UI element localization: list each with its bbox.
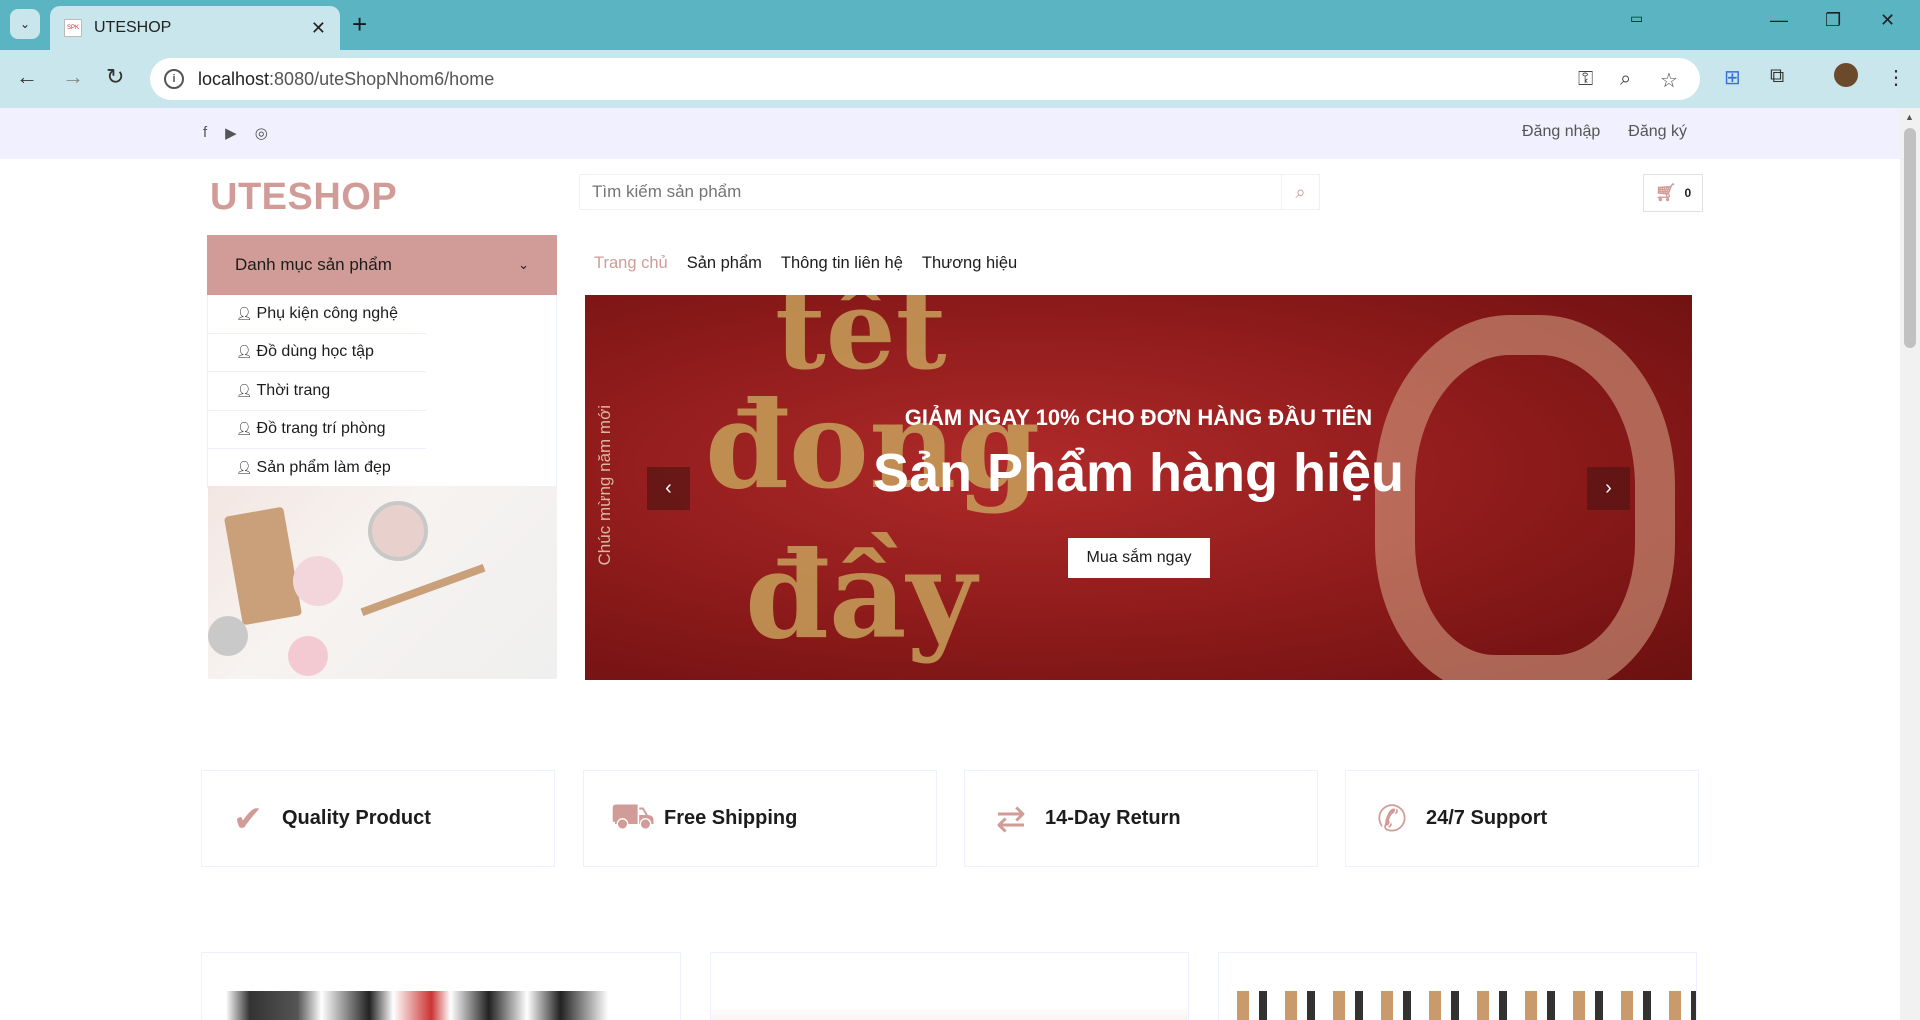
phone-icon: ✆	[1376, 797, 1408, 839]
close-tab-icon[interactable]: ✕	[311, 18, 326, 39]
chevron-down-icon: ⌄	[518, 257, 529, 272]
nav-products[interactable]: Sản phẩm	[687, 254, 762, 273]
main-nav: Trang chủ Sản phẩm Thông tin liên hệ Thư…	[594, 254, 1017, 273]
url-text: localhost:8080/uteShopNhom6/home	[198, 68, 495, 89]
feature-shipping: ⛟ Free Shipping	[583, 770, 937, 867]
feature-quality: ✔ Quality Product	[201, 770, 555, 867]
menu-icon[interactable]: ⋮	[1886, 65, 1906, 90]
profile-avatar[interactable]	[1834, 63, 1858, 87]
favicon-icon: SPK	[64, 19, 82, 37]
youtube-icon[interactable]: ▶	[225, 124, 237, 142]
new-tab-button[interactable]: +	[352, 10, 367, 38]
banner-subheading: GIẢM NGAY 10% CHO ĐƠN HÀNG ĐẦU TIÊN	[904, 405, 1373, 430]
reload-button[interactable]: ↻	[106, 64, 124, 90]
cast-icon[interactable]: ▭	[1630, 10, 1643, 27]
category-item[interactable]: 👤︎ Đồ trang trí phòng	[208, 411, 426, 449]
feature-return: ⇄ 14-Day Return	[964, 770, 1318, 867]
category-card-tech[interactable]	[201, 952, 681, 1020]
category-heading: Danh mục sản phẩm	[235, 255, 392, 274]
site-logo[interactable]: UTESHOP	[210, 176, 397, 219]
hero-carousel: tết đong đầy Chúc mừng năm mới GIẢM NGAY…	[585, 295, 1692, 680]
carousel-next-button[interactable]: ›	[1587, 467, 1630, 510]
scroll-up-icon[interactable]: ▲	[1905, 112, 1914, 122]
restore-button[interactable]: ❐	[1825, 10, 1841, 31]
address-bar[interactable]: i localhost:8080/uteShopNhom6/home ⚿ ⌕ ☆	[150, 58, 1700, 100]
top-bar: f ▶ ◎ Đăng nhập Đăng ký	[0, 108, 1900, 159]
user-icon: 👤︎	[236, 382, 253, 398]
chevron-left-icon: ‹	[665, 477, 672, 499]
browser-toolbar: ← → ↻ i localhost:8080/uteShopNhom6/home…	[0, 50, 1920, 108]
category-card-stationery[interactable]	[710, 952, 1189, 1020]
user-icon: 👤︎	[236, 459, 253, 475]
minimize-button[interactable]: —	[1770, 10, 1788, 31]
scrollbar-thumb[interactable]	[1904, 128, 1916, 348]
cart-button[interactable]: 🛒︎ 0	[1643, 174, 1703, 212]
category-list: 👤︎ Phụ kiện công nghệ 👤︎ Đồ dùng học tập 👤…	[207, 295, 557, 488]
site-info-icon[interactable]: i	[164, 69, 184, 89]
category-card-fashion[interactable]	[1218, 952, 1697, 1020]
chevron-right-icon: ›	[1605, 477, 1612, 499]
password-key-icon[interactable]: ⚿	[1578, 68, 1593, 91]
page-scrollbar[interactable]: ▲	[1900, 108, 1920, 1020]
user-icon: 👤︎	[236, 421, 253, 437]
truck-icon: ⛟	[610, 795, 656, 836]
exchange-icon: ⇄	[995, 797, 1027, 839]
category-item[interactable]: 👤︎ Thời trang	[208, 372, 426, 411]
cart-count: 0	[1684, 186, 1692, 200]
category-item[interactable]: 👤︎ Phụ kiện công nghệ	[208, 295, 426, 334]
nav-home[interactable]: Trang chủ	[594, 254, 668, 273]
search-bar: ⌕	[579, 174, 1320, 210]
nav-contact[interactable]: Thông tin liên hệ	[781, 254, 903, 273]
zoom-icon[interactable]: ⌕	[1620, 68, 1631, 91]
banner-deco-text: đầy	[745, 525, 977, 666]
fashion-image	[1219, 991, 1696, 1020]
forward-button[interactable]: →	[62, 64, 84, 90]
user-icon: 👤︎	[236, 305, 253, 321]
search-button[interactable]: ⌕	[1281, 175, 1319, 209]
cosmetics-image	[208, 486, 557, 679]
category-item[interactable]: 👤︎ Đồ dùng học tập	[208, 334, 426, 372]
carousel-prev-button[interactable]: ‹	[647, 467, 690, 510]
nav-brands[interactable]: Thương hiệu	[922, 254, 1017, 273]
web-page: f ▶ ◎ Đăng nhập Đăng ký UTESHOP ⌕ 🛒︎ 0 D…	[0, 108, 1900, 1020]
tech-accessories-image	[202, 991, 680, 1020]
browser-tabstrip: ⌄ SPK UTESHOP ✕ + ▭ — ❐ ✕	[0, 0, 1920, 50]
login-link[interactable]: Đăng nhập	[1522, 123, 1600, 141]
facebook-icon[interactable]: f	[203, 124, 207, 142]
shop-now-button[interactable]: Mua sắm ngay	[1068, 538, 1210, 578]
close-window-button[interactable]: ✕	[1880, 10, 1895, 31]
browser-tab[interactable]: SPK UTESHOP ✕	[50, 6, 340, 50]
stationery-image	[711, 991, 1188, 1020]
tab-search-button[interactable]: ⌄	[10, 9, 40, 39]
check-icon: ✔	[232, 797, 264, 839]
banner-heading: Sản Phẩm hàng hiệu	[872, 443, 1405, 503]
auth-links: Đăng nhập Đăng ký	[1522, 123, 1687, 141]
register-link[interactable]: Đăng ký	[1628, 123, 1687, 141]
social-links: f ▶ ◎	[203, 124, 268, 142]
translate-icon[interactable]: ⊞	[1724, 65, 1741, 90]
user-icon: 👤︎	[236, 344, 253, 360]
cart-icon: 🛒︎	[1654, 183, 1677, 202]
back-button[interactable]: ←	[16, 64, 38, 90]
category-dropdown-toggle[interactable]: Danh mục sản phẩm ⌄	[207, 235, 557, 295]
category-item[interactable]: 👤︎ Sản phẩm làm đẹp	[208, 449, 426, 488]
feature-support: ✆ 24/7 Support	[1345, 770, 1699, 867]
bookmark-star-icon[interactable]: ☆	[1660, 68, 1678, 93]
tab-title: UTESHOP	[94, 19, 172, 36]
extensions-icon[interactable]: ⧉	[1770, 65, 1784, 88]
instagram-icon[interactable]: ◎	[255, 124, 268, 142]
search-input[interactable]	[580, 175, 1281, 209]
search-icon: ⌕	[1295, 181, 1306, 202]
